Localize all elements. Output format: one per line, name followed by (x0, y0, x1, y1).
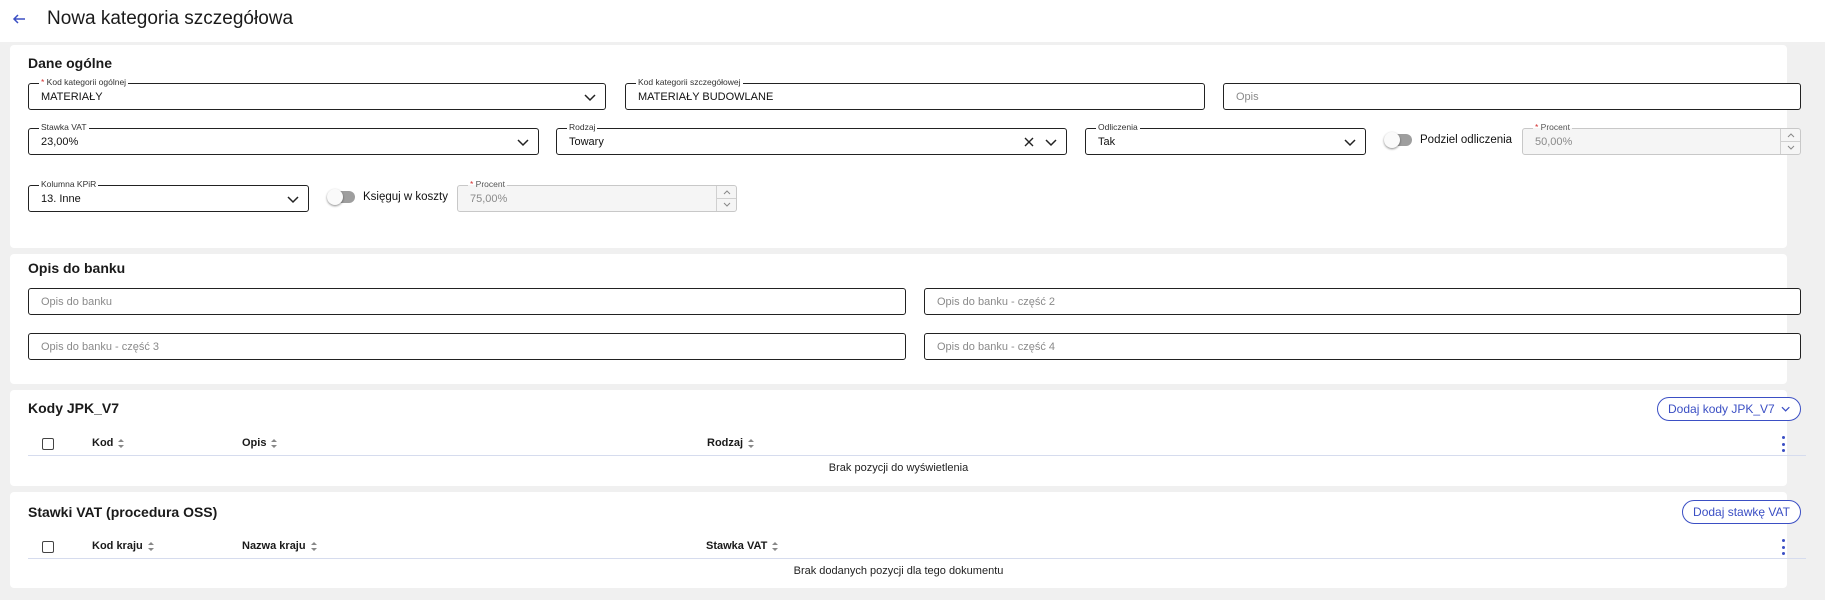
procent-odliczenia-input: * Procent 50,00% (1522, 122, 1801, 155)
chevron-down-icon[interactable] (583, 90, 597, 104)
chevron-down-icon[interactable] (1343, 135, 1357, 149)
empty-state-message: Brak dodanych pozycji dla tego dokumentu (793, 565, 1004, 577)
more-vert-icon[interactable] (1782, 436, 1786, 452)
opis-input[interactable]: Opis (1223, 83, 1801, 110)
clear-icon[interactable] (1022, 135, 1036, 149)
column-kod-kraju[interactable]: Kod kraju (92, 540, 155, 552)
bank-description-input-3[interactable]: Opis do banku - część 3 (28, 333, 906, 360)
oss-vat-rates-card: Stawki VAT (procedura OSS) Dodaj stawkę … (10, 492, 1806, 588)
add-jpk-codes-button[interactable]: Dodaj kody JPK_V7 (1657, 397, 1801, 421)
chevron-down-icon[interactable] (1044, 135, 1058, 149)
podziel-odliczenia-toggle[interactable]: Podziel odliczenia (1384, 132, 1513, 148)
stepper-up-icon (1781, 129, 1800, 141)
ksieguj-w-koszty-label: Księguj w koszty (363, 191, 449, 203)
stawka-vat-select[interactable]: Stawka VAT 23,00% (28, 122, 539, 155)
jpk-codes-card: Kody JPK_V7 Dodaj kody JPK_V7 Kod Opis R… (10, 390, 1806, 486)
procent-koszty-input: * Procent 75,00% (457, 179, 737, 212)
number-stepper (716, 186, 736, 211)
rodzaj-select[interactable]: Rodzaj Towary (556, 122, 1067, 155)
bank-description-input-2[interactable]: Opis do banku - część 2 (924, 288, 1801, 315)
sort-icon (271, 438, 278, 448)
chevron-down-icon (1781, 406, 1790, 412)
bank-description-card: Opis do banku Opis do banku Opis do bank… (10, 254, 1801, 384)
column-nazwa-kraju[interactable]: Nazwa kraju (242, 540, 318, 552)
general-data-card: Dane ogólne * Kod kategorii ogólnej MATE… (10, 45, 1801, 248)
podziel-odliczenia-label: Podziel odliczenia (1420, 134, 1513, 146)
column-rodzaj[interactable]: Rodzaj (707, 437, 755, 449)
kolumna-kpir-select[interactable]: Kolumna KPiR 13. Inne (28, 179, 309, 212)
kod-kategorii-szczegolowej-input[interactable]: Kod kategorii szczegółowej MATERIAŁY BUD… (625, 77, 1205, 110)
bank-description-input-1[interactable]: Opis do banku (28, 288, 906, 315)
stepper-down-icon (1781, 141, 1800, 153)
ksieguj-w-koszty-toggle[interactable]: Księguj w koszty (327, 189, 449, 205)
chevron-down-icon[interactable] (286, 192, 300, 206)
column-kod[interactable]: Kod (92, 437, 125, 449)
top-bar: Nowa kategoria szczegółowa (0, 0, 1825, 42)
sort-icon (310, 541, 317, 551)
page-title: Nowa kategoria szczegółowa (47, 8, 294, 29)
chevron-down-icon[interactable] (516, 135, 530, 149)
sort-icon (772, 541, 779, 551)
sort-icon (147, 541, 154, 551)
select-all-checkbox[interactable] (42, 541, 54, 553)
toggle-track[interactable] (1384, 132, 1412, 148)
jpk-table-header: Kod Opis Rodzaj (28, 432, 1806, 456)
number-stepper (1780, 129, 1800, 154)
more-vert-icon[interactable] (1782, 539, 1786, 555)
empty-state-message: Brak pozycji do wyświetlenia (828, 462, 969, 474)
bank-description-title: Opis do banku (28, 260, 126, 276)
sort-icon (118, 438, 125, 448)
stepper-up-icon (717, 186, 736, 198)
column-stawka-vat[interactable]: Stawka VAT (706, 540, 779, 552)
add-vat-rate-button[interactable]: Dodaj stawkę VAT (1682, 500, 1801, 524)
general-data-title: Dane ogólne (28, 55, 113, 71)
kod-kategorii-ogolnej-select[interactable]: * Kod kategorii ogólnej MATERIAŁY (28, 77, 606, 110)
stepper-down-icon (717, 198, 736, 210)
odliczenia-select[interactable]: Odliczenia Tak (1085, 122, 1366, 155)
back-arrow-icon[interactable] (9, 9, 29, 29)
select-all-checkbox[interactable] (42, 438, 54, 450)
toggle-track[interactable] (327, 189, 355, 205)
bank-description-input-4[interactable]: Opis do banku - część 4 (924, 333, 1801, 360)
oss-table-header: Kod kraju Nazwa kraju Stawka VAT (28, 535, 1806, 559)
column-opis[interactable]: Opis (242, 437, 278, 449)
jpk-codes-title: Kody JPK_V7 (28, 400, 120, 416)
oss-vat-rates-title: Stawki VAT (procedura OSS) (28, 504, 218, 520)
sort-icon (748, 438, 755, 448)
